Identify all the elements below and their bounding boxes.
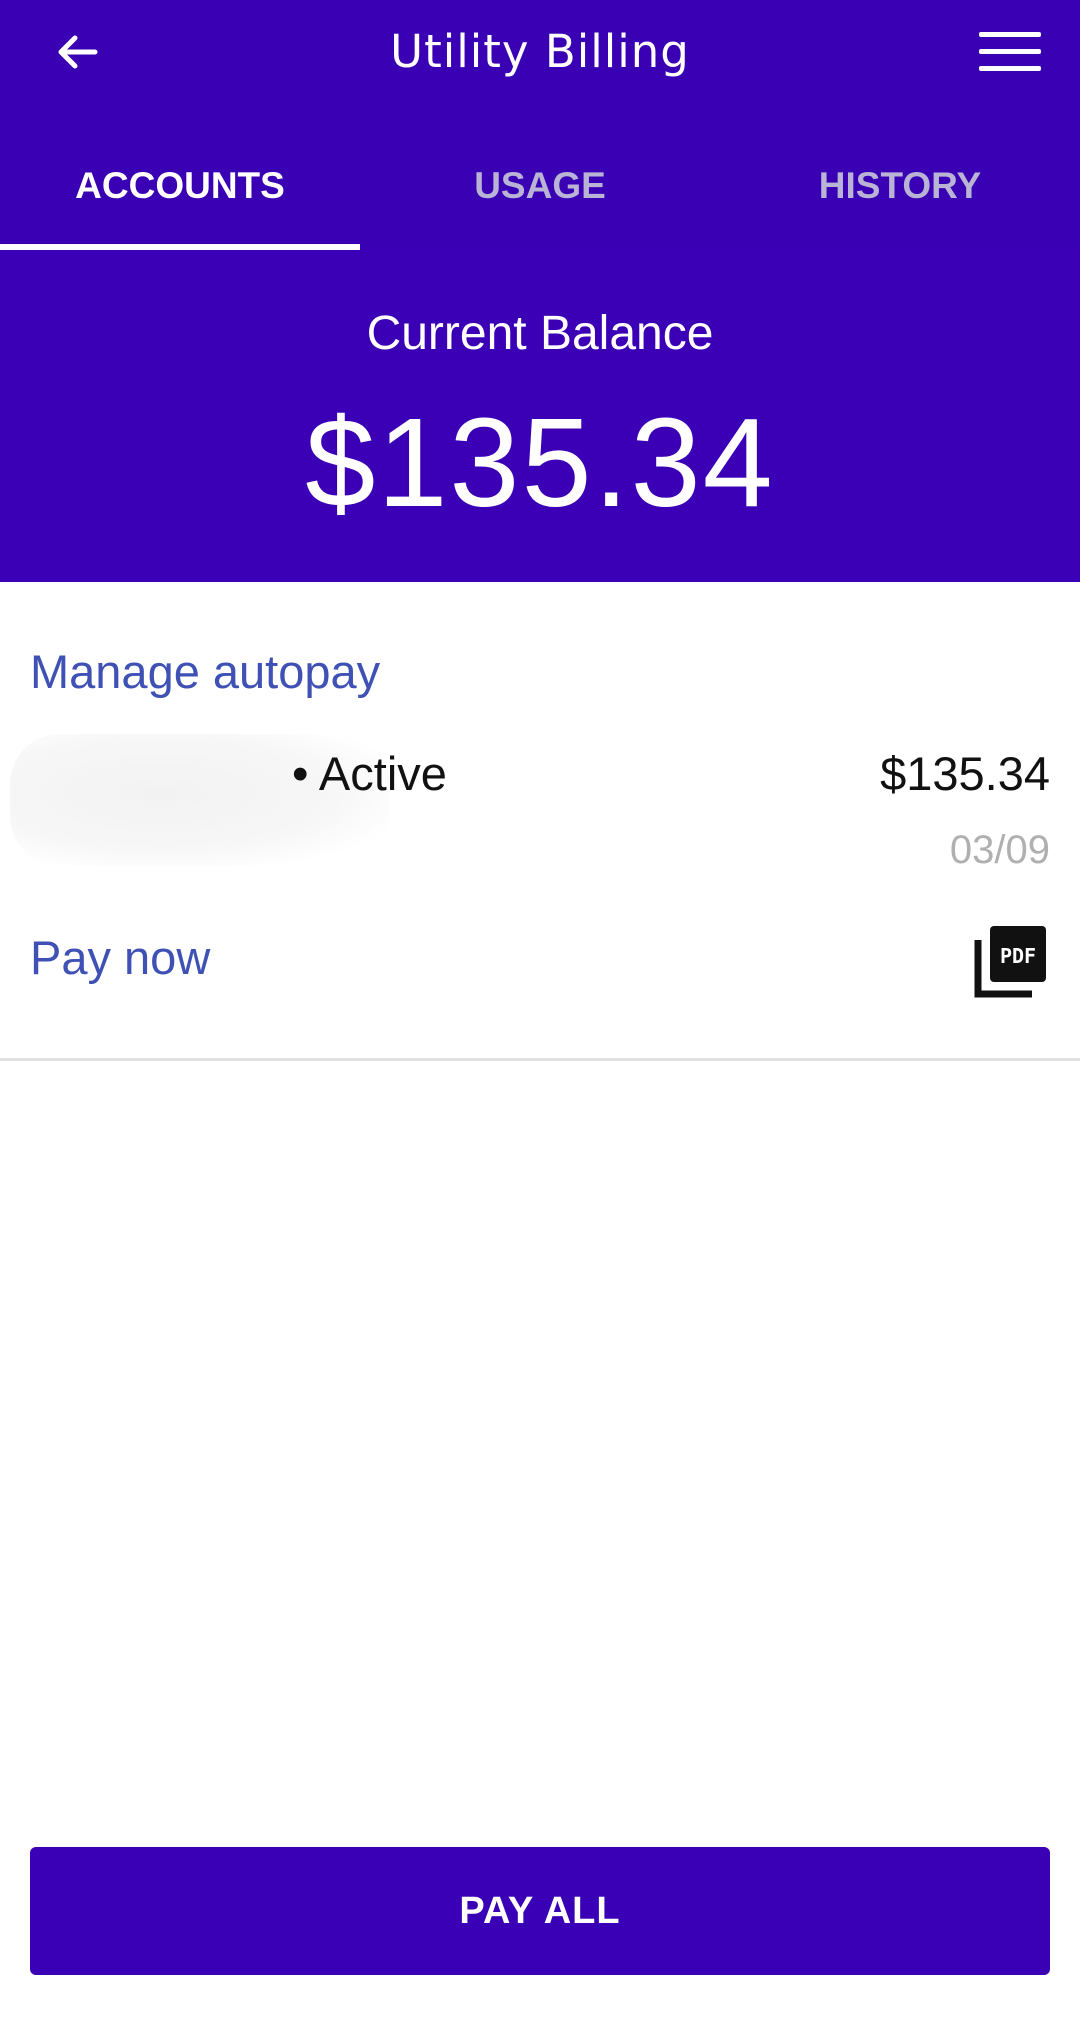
top-app-bar: Utility Billing ACCOUNTS USAGE HISTORY [0,0,1080,252]
account-status: • Active [292,747,447,800]
account-amount: $135.34 [880,747,1050,800]
tab-history[interactable]: HISTORY [720,140,1080,252]
account-due-date: 03/09 [949,828,1050,872]
arrow-left-icon [58,35,98,69]
balance-label: Current Balance [366,307,714,360]
back-button[interactable] [40,22,114,82]
balance-panel: Current Balance $135.34 [0,250,1080,582]
app-screen: Utility Billing ACCOUNTS USAGE HISTORY C… [0,0,1080,2030]
tab-usage[interactable]: USAGE [360,140,720,252]
pdf-icon: PDF [974,926,1046,998]
tab-bar: ACCOUNTS USAGE HISTORY [0,140,1080,252]
pay-all-button[interactable]: PAY ALL [30,1847,1050,1975]
balance-amount: $135.34 [305,392,775,533]
svg-text:PDF: PDF [1000,944,1036,968]
pay-now-link[interactable]: Pay now [30,930,210,985]
hamburger-menu-icon [979,32,1041,71]
page-title: Utility Billing [390,25,690,78]
account-card: Manage autopay • Active $135.34 03/09 Pa… [0,582,1080,1061]
manage-autopay-link[interactable]: Manage autopay [30,644,380,699]
menu-button[interactable] [970,22,1050,82]
pdf-button[interactable]: PDF [974,922,1050,998]
tab-accounts[interactable]: ACCOUNTS [0,140,360,252]
